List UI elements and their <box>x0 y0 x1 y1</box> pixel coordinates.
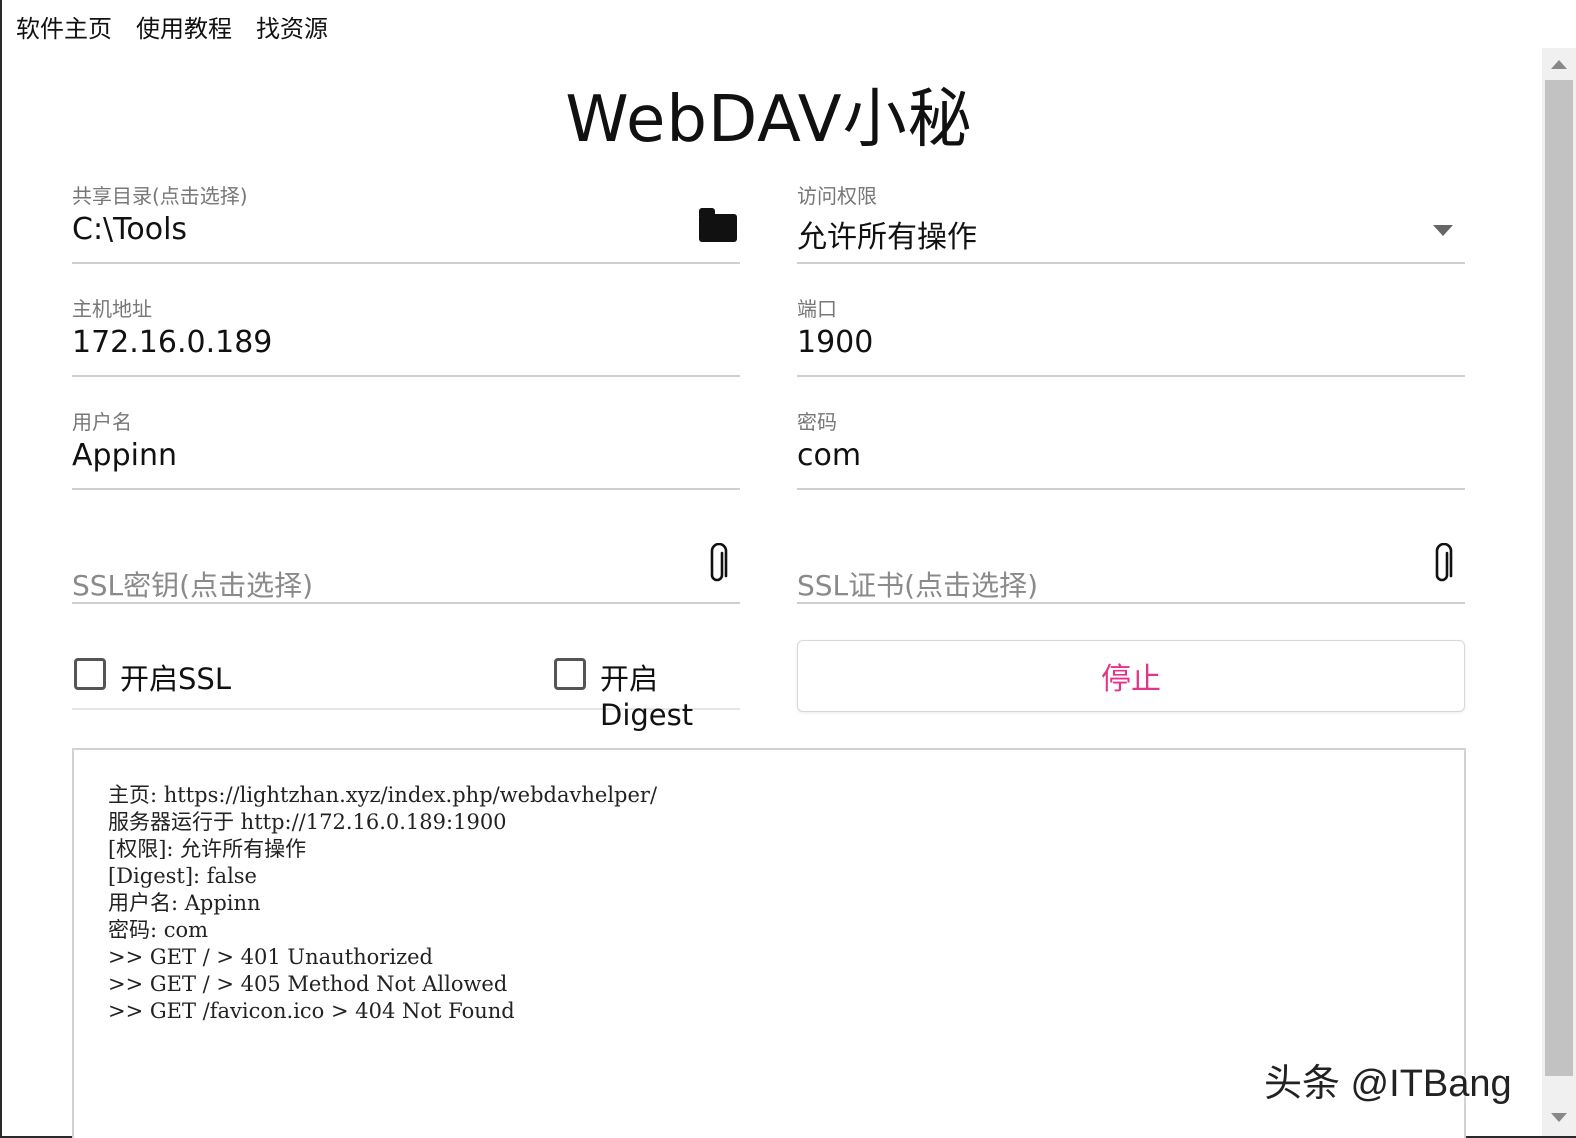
app-window: 软件主页 使用教程 找资源 WebDAV小秘 共享目录(点击选择) 访问权限 允… <box>0 0 1576 1138</box>
password-field[interactable]: 密码 <box>797 406 1465 490</box>
log-line: [Digest]: false <box>108 864 257 888</box>
ssl-key-placeholder: SSL密钥(点击选择) <box>72 569 313 602</box>
port-label: 端口 <box>797 297 837 321</box>
stop-button[interactable]: 停止 <box>797 640 1465 712</box>
menu-item-tutorial[interactable]: 使用教程 <box>136 12 232 46</box>
paperclip-icon[interactable] <box>696 543 740 584</box>
scroll-thumb[interactable] <box>1545 80 1573 1076</box>
username-label: 用户名 <box>72 410 132 434</box>
ssl-cert-placeholder: SSL证书(点击选择) <box>797 569 1038 602</box>
username-field[interactable]: 用户名 <box>72 406 740 490</box>
share-dir-label: 共享目录(点击选择) <box>72 184 248 208</box>
log-line: >> GET / > 405 Method Not Allowed <box>108 972 508 996</box>
access-label: 访问权限 <box>797 184 877 208</box>
menu-item-home[interactable]: 软件主页 <box>16 12 112 46</box>
scroll-up-icon[interactable] <box>1551 60 1567 69</box>
password-input[interactable] <box>797 438 1397 473</box>
port-input[interactable] <box>797 325 1397 360</box>
log-line: [权限]: 允许所有操作 <box>108 837 307 861</box>
log-line: 服务器运行于 http://172.16.0.189:1900 <box>108 810 507 834</box>
paperclip-icon[interactable] <box>1421 543 1465 584</box>
enable-ssl-label[interactable]: 开启SSL <box>120 656 231 698</box>
host-label: 主机地址 <box>72 297 152 321</box>
access-select[interactable]: 访问权限 允许所有操作 <box>797 180 1465 264</box>
log-line: >> GET / > 401 Unauthorized <box>108 945 433 969</box>
scroll-down-icon[interactable] <box>1551 1113 1567 1122</box>
password-label: 密码 <box>797 410 837 434</box>
enable-digest-label[interactable]: 开启Digest <box>600 656 740 732</box>
chevron-down-icon[interactable] <box>1421 210 1465 250</box>
options-row: 开启SSL 开启Digest <box>72 642 740 732</box>
log-output: 主页: https://lightzhan.xyz/index.php/webd… <box>72 748 1466 1138</box>
share-dir-input[interactable] <box>72 212 672 247</box>
access-selected-value[interactable]: 允许所有操作 <box>797 212 1397 256</box>
log-line: 主页: https://lightzhan.xyz/index.php/webd… <box>108 783 658 807</box>
host-input[interactable] <box>72 325 672 360</box>
enable-digest-checkbox[interactable] <box>554 658 586 690</box>
vertical-scrollbar[interactable] <box>1542 48 1576 1136</box>
share-dir-field[interactable]: 共享目录(点击选择) <box>72 180 740 264</box>
folder-icon[interactable] <box>696 208 740 248</box>
log-line: 用户名: Appinn <box>108 891 261 915</box>
ssl-cert-field[interactable]: SSL证书(点击选择) <box>797 520 1465 604</box>
username-input[interactable] <box>72 438 672 473</box>
menu-item-resources[interactable]: 找资源 <box>256 12 328 46</box>
log-line: >> GET /favicon.ico > 404 Not Found <box>108 999 515 1023</box>
log-line: 密码: com <box>108 918 209 942</box>
ssl-key-field[interactable]: SSL密钥(点击选择) <box>72 520 740 604</box>
watermark-text: 头条 @ITBang <box>1264 1063 1512 1105</box>
enable-ssl-checkbox[interactable] <box>74 658 106 690</box>
app-title: WebDAV小秘 <box>565 83 973 157</box>
host-field[interactable]: 主机地址 <box>72 293 740 377</box>
menu-bar: 软件主页 使用教程 找资源 <box>16 12 328 46</box>
port-field[interactable]: 端口 <box>797 293 1465 377</box>
